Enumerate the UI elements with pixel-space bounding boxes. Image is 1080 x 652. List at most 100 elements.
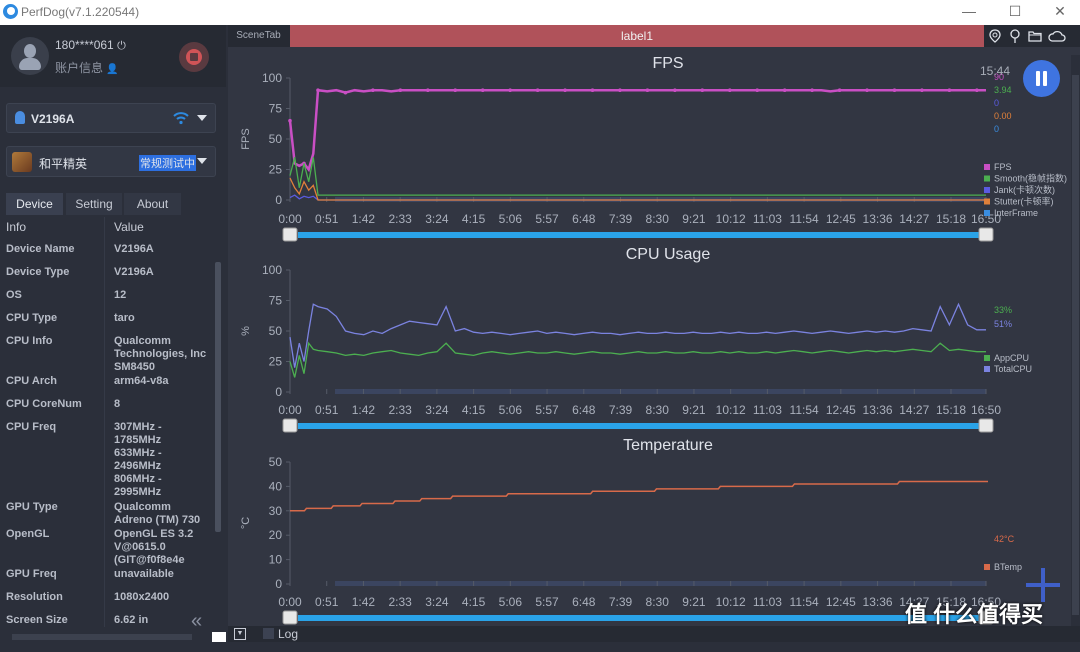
x-tick-label: 3:24 [425, 403, 449, 417]
table-scrollbar[interactable] [214, 245, 222, 625]
fps-point [975, 88, 979, 92]
chart-title: Temperature [623, 437, 713, 454]
pin-icon[interactable] [1008, 29, 1022, 43]
row-value: 307MHz - 1785MHz 633MHz - 2496MHz 806MHz… [114, 421, 162, 498]
row-value: 6.62 in [114, 614, 149, 626]
left-panel: 180****061 ⏻ 账户信息 👤 V2196A 和平精英 常规测试中 De… [0, 25, 226, 642]
x-tick-label: 8:30 [646, 595, 670, 609]
charts-svg: FPS0255075100FPS0:00 0:51 1:42 2:33 3:24 4:15… [240, 55, 1067, 625]
minimize-button[interactable]: — [959, 3, 979, 19]
app-select[interactable]: 和平精英 常规测试中 [6, 146, 216, 177]
y-tick-label: 75 [269, 294, 283, 308]
clock-readout: 15:44 [980, 64, 1011, 78]
x-tick-label: 9:21 [682, 212, 706, 226]
x-tick-label: 16:50 [971, 403, 1001, 417]
x-tick-label: 12:45 [826, 595, 856, 609]
x-tick-label: 11:03 [753, 595, 782, 609]
stop-record-button[interactable] [179, 42, 209, 72]
x-tick-label: 8:30 [646, 403, 670, 417]
tab-about[interactable]: About [124, 193, 181, 215]
x-tick-label: 12:45 [826, 403, 856, 417]
y-tick-label: 25 [269, 163, 283, 177]
legend-item: BTemp [994, 562, 1022, 572]
row-key: CPU Freq [6, 421, 57, 433]
collapse-panel-icon[interactable]: « [191, 610, 202, 633]
legend-swatch [984, 366, 990, 372]
cloud-icon[interactable] [1048, 29, 1066, 43]
x-tick-label: 0:51 [315, 403, 339, 417]
x-axis-band [335, 581, 986, 586]
x-tick-label: 0:00 [278, 595, 302, 609]
power-icon[interactable]: ⏻ [117, 40, 126, 52]
x-tick-label: 0:00 [278, 212, 302, 226]
legend-swatch [984, 175, 990, 182]
tab-setting[interactable]: Setting [66, 193, 122, 215]
chevron-down-icon [197, 158, 207, 164]
location-icon[interactable] [988, 29, 1002, 43]
y-tick-label: 0 [275, 385, 282, 399]
x-tick-label: 11:03 [753, 403, 782, 417]
fps-point [426, 88, 430, 92]
y-tick-label: 50 [269, 132, 283, 146]
x-tick-label: 11:54 [790, 212, 819, 226]
device-select[interactable]: V2196A [6, 103, 216, 133]
pause-button[interactable] [1023, 60, 1060, 97]
row-value: Qualcomm Technologies, Inc SM8450 [114, 335, 207, 373]
x-tick-label: 15:18 [936, 212, 966, 226]
legend-swatch [984, 187, 990, 193]
time-range-slider [298, 232, 986, 238]
y-tick-label: 20 [269, 528, 283, 542]
account-info-link[interactable]: 账户信息 👤 [55, 59, 119, 76]
x-tick-label: 12:45 [826, 212, 856, 226]
watermark: 值 什么值得买 [905, 602, 1044, 627]
legend-value: 51% [994, 319, 1012, 329]
fps-point [727, 88, 732, 92]
y-tick-label: 10 [269, 553, 283, 567]
close-button[interactable]: ✕ [1050, 3, 1070, 20]
legend-item: AppCPU [994, 353, 1029, 363]
series-line-fps [288, 88, 986, 173]
main-scrollbar[interactable] [1071, 55, 1080, 630]
x-tick-label: 2:33 [388, 595, 412, 609]
row-value: taro [114, 312, 135, 324]
folder-icon[interactable] [1028, 29, 1042, 43]
x-tick-label: 10:12 [716, 403, 746, 417]
row-key: CPU Arch [6, 375, 57, 387]
device-info-table: Info Value Device Name V2196A Device Type V… [0, 217, 212, 627]
x-tick-label: 3:24 [425, 212, 449, 226]
y-tick-label: 30 [269, 504, 283, 518]
x-tick-label: 1:42 [352, 212, 376, 226]
fps-point [865, 88, 869, 92]
scene-tab[interactable]: SceneTab [228, 25, 289, 47]
row-key: CPU CoreNum [6, 398, 82, 410]
log-toggle-icon[interactable]: ▼ [234, 628, 246, 640]
x-tick-label: 5:57 [535, 595, 559, 609]
row-value: arm64-v8a [114, 375, 169, 387]
perfdog-logo-icon [3, 4, 18, 19]
legend-item: Jank(卡顿次数) [994, 184, 1055, 195]
fps-point [837, 88, 842, 92]
window-title: PerfDog(v7.1.220544) [21, 5, 140, 19]
legend-item: Smooth(稳帧指数) [994, 173, 1067, 184]
scene-label[interactable]: label1 [290, 25, 984, 47]
x-tick-label: 13:36 [863, 212, 893, 226]
fps-point [645, 88, 650, 92]
fps-point [947, 88, 952, 92]
y-tick-label: 100 [262, 71, 282, 85]
horizontal-scrollbar[interactable] [0, 632, 212, 642]
x-tick-label: 0:51 [315, 212, 339, 226]
legend-item: Stutter(卡顿率) [994, 196, 1054, 207]
fps-point [316, 88, 320, 92]
maximize-button[interactable]: ☐ [1005, 3, 1025, 20]
log-checkbox[interactable] [263, 628, 274, 639]
avatar[interactable] [11, 37, 49, 75]
y-tick-label: 75 [269, 102, 283, 116]
fps-point [371, 88, 375, 92]
scene-bar: SceneTab label1 [228, 25, 1080, 47]
slider-handle-start [282, 610, 298, 625]
slider-handle-end [978, 227, 994, 242]
log-label: Log [278, 627, 299, 641]
tab-device[interactable]: Device [6, 193, 63, 215]
x-tick-label: 9:21 [682, 595, 706, 609]
x-tick-label: 5:06 [499, 403, 523, 417]
